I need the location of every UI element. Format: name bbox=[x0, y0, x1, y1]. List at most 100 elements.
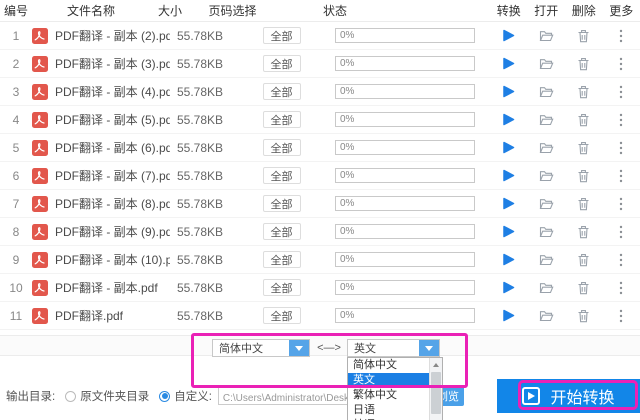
open-button[interactable] bbox=[528, 253, 566, 266]
table-row[interactable]: 10 PDF翻译 - 副本.pdf 55.78KB 全部 0% bbox=[0, 274, 640, 302]
convert-button[interactable] bbox=[490, 57, 528, 70]
table-row[interactable]: 6 PDF翻译 - 副本 (7).pdf 55.78KB 全部 0% bbox=[0, 162, 640, 190]
file-size: 55.78KB bbox=[176, 84, 224, 99]
language-swap-arrow: <—> bbox=[317, 342, 341, 354]
table-row[interactable]: 9 PDF翻译 - 副本 (10).pdf 55.78KB 全部 0% bbox=[0, 246, 640, 274]
page-select-button[interactable]: 全部 bbox=[262, 139, 301, 156]
delete-button[interactable] bbox=[565, 225, 603, 239]
open-button[interactable] bbox=[528, 169, 566, 182]
more-button[interactable] bbox=[603, 197, 640, 211]
convert-button[interactable] bbox=[490, 309, 528, 322]
dropdown-option[interactable]: 日语 bbox=[348, 403, 429, 418]
open-button[interactable] bbox=[528, 57, 566, 70]
delete-button[interactable] bbox=[565, 85, 603, 99]
more-ellipsis-icon bbox=[619, 225, 623, 239]
convert-button[interactable] bbox=[490, 29, 528, 42]
table-row[interactable]: 11 PDF翻译.pdf 55.78KB 全部 0% bbox=[0, 302, 640, 330]
page-select-button[interactable]: 全部 bbox=[262, 55, 301, 72]
header-more: 更多 bbox=[609, 4, 634, 18]
page-select-button[interactable]: 全部 bbox=[262, 167, 301, 184]
row-number: 7 bbox=[12, 196, 20, 211]
more-button[interactable] bbox=[603, 253, 640, 267]
page-select-button[interactable]: 全部 bbox=[262, 111, 301, 128]
open-button[interactable] bbox=[528, 225, 566, 238]
delete-button[interactable] bbox=[565, 113, 603, 127]
open-button[interactable] bbox=[528, 281, 566, 294]
convert-button[interactable] bbox=[490, 169, 528, 182]
file-size: 55.78KB bbox=[176, 196, 224, 211]
trash-icon bbox=[577, 309, 590, 323]
convert-button[interactable] bbox=[490, 141, 528, 154]
file-name: PDF翻译 - 副本 (9).pdf bbox=[55, 225, 170, 239]
scrollbar-thumb[interactable] bbox=[431, 372, 441, 414]
delete-button[interactable] bbox=[565, 141, 603, 155]
more-button[interactable] bbox=[603, 281, 640, 295]
radio-original-folder[interactable] bbox=[65, 390, 77, 402]
open-button[interactable] bbox=[528, 141, 566, 154]
convert-button[interactable] bbox=[490, 225, 528, 238]
row-number: 9 bbox=[12, 252, 20, 267]
delete-button[interactable] bbox=[565, 57, 603, 71]
folder-open-icon bbox=[539, 85, 554, 98]
target-language-select[interactable]: 英文 bbox=[347, 339, 440, 357]
open-button[interactable] bbox=[528, 85, 566, 98]
more-button[interactable] bbox=[603, 141, 640, 155]
radio-custom-folder[interactable] bbox=[159, 390, 171, 402]
page-select-button[interactable]: 全部 bbox=[262, 83, 301, 100]
file-name: PDF翻译 - 副本 (3).pdf bbox=[55, 57, 170, 71]
delete-button[interactable] bbox=[565, 309, 603, 323]
dropdown-scrollbar[interactable] bbox=[429, 358, 442, 420]
table-row[interactable]: 1 PDF翻译 - 副本 (2).pdf 55.78KB 全部 0% bbox=[0, 22, 640, 50]
more-button[interactable] bbox=[603, 225, 640, 239]
page-select-button[interactable]: 全部 bbox=[262, 251, 301, 268]
delete-button[interactable] bbox=[565, 197, 603, 211]
file-size: 55.78KB bbox=[176, 308, 224, 323]
page-select-button[interactable]: 全部 bbox=[262, 27, 301, 44]
file-name: PDF翻译.pdf bbox=[55, 309, 124, 323]
convert-button[interactable] bbox=[490, 85, 528, 98]
dropdown-option[interactable]: 繁体中文 bbox=[348, 388, 429, 403]
open-button[interactable] bbox=[528, 29, 566, 42]
open-button[interactable] bbox=[528, 309, 566, 322]
page-select-button[interactable]: 全部 bbox=[262, 195, 301, 212]
open-button[interactable] bbox=[528, 113, 566, 126]
table-row[interactable]: 3 PDF翻译 - 副本 (4).pdf 55.78KB 全部 0% bbox=[0, 78, 640, 106]
file-name: PDF翻译 - 副本 (2).pdf bbox=[55, 29, 170, 43]
target-language-dropdown-button[interactable] bbox=[419, 340, 439, 356]
convert-button[interactable] bbox=[490, 281, 528, 294]
more-button[interactable] bbox=[603, 113, 640, 127]
convert-button[interactable] bbox=[490, 197, 528, 210]
more-button[interactable] bbox=[603, 57, 640, 71]
dropdown-option[interactable]: 英文 bbox=[348, 373, 429, 388]
delete-button[interactable] bbox=[565, 281, 603, 295]
header-filename: 文件名称 bbox=[66, 4, 115, 18]
open-button[interactable] bbox=[528, 197, 566, 210]
delete-button[interactable] bbox=[565, 253, 603, 267]
delete-button[interactable] bbox=[565, 29, 603, 43]
start-convert-button[interactable]: 开始转换 bbox=[497, 379, 640, 413]
more-button[interactable] bbox=[603, 309, 640, 323]
table-row[interactable]: 8 PDF翻译 - 副本 (9).pdf 55.78KB 全部 0% bbox=[0, 218, 640, 246]
table-row[interactable]: 4 PDF翻译 - 副本 (5).pdf 55.78KB 全部 0% bbox=[0, 106, 640, 134]
page-select-button[interactable]: 全部 bbox=[262, 279, 301, 296]
convert-button[interactable] bbox=[490, 113, 528, 126]
source-language-dropdown-button[interactable] bbox=[289, 340, 309, 356]
table-row[interactable]: 7 PDF翻译 - 副本 (8).pdf 55.78KB 全部 0% bbox=[0, 190, 640, 218]
scroll-up-button[interactable] bbox=[430, 358, 442, 371]
folder-open-icon bbox=[539, 57, 554, 70]
more-button[interactable] bbox=[603, 169, 640, 183]
more-ellipsis-icon bbox=[619, 141, 623, 155]
convert-button[interactable] bbox=[490, 253, 528, 266]
table-row[interactable]: 5 PDF翻译 - 副本 (6).pdf 55.78KB 全部 0% bbox=[0, 134, 640, 162]
more-button[interactable] bbox=[603, 85, 640, 99]
table-row[interactable]: 2 PDF翻译 - 副本 (3).pdf 55.78KB 全部 0% bbox=[0, 50, 640, 78]
header-page-select: 页码选择 bbox=[208, 4, 257, 18]
page-select-button[interactable]: 全部 bbox=[262, 307, 301, 324]
source-language-select[interactable]: 简体中文 bbox=[212, 339, 310, 357]
dropdown-option[interactable]: 简体中文 bbox=[348, 358, 429, 373]
more-button[interactable] bbox=[603, 29, 640, 43]
folder-open-icon bbox=[539, 197, 554, 210]
page-select-button[interactable]: 全部 bbox=[262, 223, 301, 240]
play-icon bbox=[502, 225, 515, 238]
delete-button[interactable] bbox=[565, 169, 603, 183]
